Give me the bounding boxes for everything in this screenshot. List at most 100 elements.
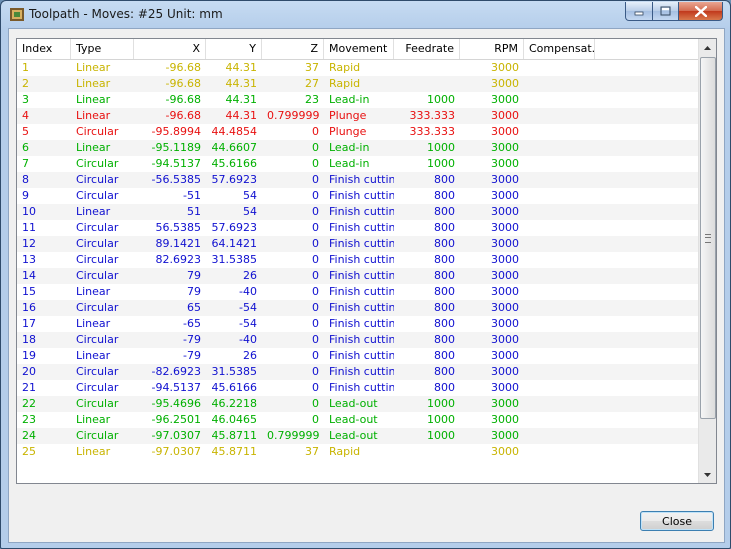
cell-z: 0	[312, 125, 319, 138]
cell-x: -95.4696	[151, 397, 201, 410]
table-row[interactable]: 11 Circular 56.5385 57.6923 0 Finish cutting 8…	[17, 220, 699, 236]
cell-feedrate	[394, 76, 460, 92]
cell-rpm: 3000	[491, 205, 519, 218]
cell-y: 44.31	[225, 61, 258, 74]
table-row[interactable]: 21 Circular -94.5137 45.6166 0 Finish cutting…	[17, 380, 699, 396]
arrow-up-icon	[704, 45, 711, 50]
cell-y: 44.31	[225, 93, 258, 106]
cell-z: 23	[305, 93, 319, 106]
table-row[interactable]: 14 Circular 79 26 0 Finish cutting 800 3000	[17, 268, 699, 284]
header-z[interactable]: Z	[262, 39, 324, 59]
header-compensation[interactable]: Compensat...	[524, 39, 595, 59]
cell-x: -79	[183, 349, 201, 362]
header-type[interactable]: Type	[71, 39, 134, 59]
cell-compensation	[524, 252, 595, 268]
cell-y: 57.6923	[211, 173, 258, 186]
header-x[interactable]: X	[134, 39, 206, 59]
table-row[interactable]: 7 Circular -94.5137 45.6166 0 Lead-in 1000 3000	[17, 156, 699, 172]
cell-z: 0	[312, 285, 319, 298]
cell-z: 37	[305, 61, 319, 74]
table-row[interactable]: 17 Linear -65 -54 0 Finish cutting 800 3000	[17, 316, 699, 332]
cell-type: Circular	[76, 189, 119, 202]
table-row[interactable]: 8 Circular -56.5385 57.6923 0 Finish cutting 8…	[17, 172, 699, 188]
cell-movement: Finish cutting	[329, 285, 394, 298]
header-rpm[interactable]: RPM	[460, 39, 524, 59]
cell-y: 44.4854	[211, 125, 258, 138]
cell-x: -94.5137	[151, 157, 201, 170]
table-row[interactable]: 20 Circular -82.6923 31.5385 0 Finish cutting…	[17, 364, 699, 380]
table-row[interactable]: 24 Circular -97.0307 45.8711 0.799999 Lead-ou…	[17, 428, 699, 444]
header-y[interactable]: Y	[206, 39, 262, 59]
minimize-button[interactable]	[625, 2, 653, 21]
cell-x: -65	[183, 317, 201, 330]
scroll-down-button[interactable]	[699, 466, 716, 483]
cell-y: -54	[239, 317, 257, 330]
cell-rpm: 3000	[491, 429, 519, 442]
cell-feedrate	[394, 60, 460, 76]
cell-feedrate: 1000	[427, 429, 455, 442]
cell-feedrate: 800	[434, 173, 455, 186]
cell-x: -97.0307	[151, 429, 201, 442]
cell-rpm: 3000	[491, 173, 519, 186]
table-row[interactable]: 5 Circular -95.8994 44.4854 0 Plunge 333.333 30…	[17, 124, 699, 140]
cell-rpm: 3000	[491, 189, 519, 202]
table-row[interactable]: 6 Linear -95.1189 44.6607 0 Lead-in 1000 3000	[17, 140, 699, 156]
close-button[interactable]: Close	[640, 511, 714, 531]
table-row[interactable]: 22 Circular -95.4696 46.2218 0 Lead-out 1000 30…	[17, 396, 699, 412]
toolpath-table[interactable]: Index Type X Y Z Movement Feedrate RPM C…	[16, 38, 717, 484]
table-row[interactable]: 12 Circular 89.1421 64.1421 0 Finish cutting 8…	[17, 236, 699, 252]
table-row[interactable]: 3 Linear -96.68 44.31 23 Lead-in 1000 3000	[17, 92, 699, 108]
cell-index: 10	[22, 205, 36, 218]
cell-compensation	[524, 332, 595, 348]
dialog-client-area: Index Type X Y Z Movement Feedrate RPM C…	[8, 28, 725, 543]
close-window-button[interactable]	[679, 2, 723, 21]
cell-z: 0.799999	[267, 109, 320, 122]
title-bar[interactable]: Toolpath - Moves: #25 Unit: mm	[1, 1, 730, 27]
cell-index: 23	[22, 413, 36, 426]
header-index[interactable]: Index	[17, 39, 71, 59]
header-movement[interactable]: Movement	[324, 39, 394, 59]
cell-rpm: 3000	[491, 333, 519, 346]
table-row[interactable]: 25 Linear -97.0307 45.8711 37 Rapid 3000	[17, 444, 699, 460]
scroll-thumb[interactable]	[700, 57, 716, 419]
table-row[interactable]: 15 Linear 79 -40 0 Finish cutting 800 3000	[17, 284, 699, 300]
table-row[interactable]: 23 Linear -96.2501 46.0465 0 Lead-out 1000 3000	[17, 412, 699, 428]
scroll-up-button[interactable]	[699, 39, 716, 56]
table-row[interactable]: 13 Circular 82.6923 31.5385 0 Finish cutting 8…	[17, 252, 699, 268]
table-row[interactable]: 18 Circular -79 -40 0 Finish cutting 800 3000	[17, 332, 699, 348]
cell-rpm: 3000	[491, 269, 519, 282]
cell-rpm: 3000	[491, 397, 519, 410]
cell-x: 65	[187, 301, 201, 314]
cell-feedrate: 1000	[427, 413, 455, 426]
cell-x: -96.68	[165, 109, 201, 122]
cell-x: -95.1189	[151, 141, 201, 154]
table-row[interactable]: 10 Linear 51 54 0 Finish cutting 800 3000	[17, 204, 699, 220]
cell-rpm: 3000	[491, 141, 519, 154]
toolpath-window: Toolpath - Moves: #25 Unit: mm Index Typ…	[0, 0, 731, 549]
maximize-button[interactable]	[653, 2, 679, 21]
cell-feedrate	[394, 444, 460, 460]
table-row[interactable]: 2 Linear -96.68 44.31 27 Rapid 3000	[17, 76, 699, 92]
table-row[interactable]: 4 Linear -96.68 44.31 0.799999 Plunge 333.333 3…	[17, 108, 699, 124]
cell-feedrate: 333.333	[409, 109, 456, 122]
cell-index: 18	[22, 333, 36, 346]
cell-movement: Rapid	[329, 77, 361, 90]
cell-type: Circular	[76, 125, 119, 138]
table-row[interactable]: 9 Circular -51 54 0 Finish cutting 800 3000	[17, 188, 699, 204]
cell-compensation	[524, 300, 595, 316]
cell-type: Linear	[76, 205, 111, 218]
header-feedrate[interactable]: Feedrate	[394, 39, 460, 59]
cell-z: 0	[312, 365, 319, 378]
cell-type: Linear	[76, 317, 111, 330]
cell-z: 0	[312, 333, 319, 346]
table-row[interactable]: 16 Circular 65 -54 0 Finish cutting 800 3000	[17, 300, 699, 316]
cell-feedrate: 800	[434, 333, 455, 346]
cell-y: 45.6166	[211, 157, 258, 170]
table-row[interactable]: 1 Linear -96.68 44.31 37 Rapid 3000	[17, 60, 699, 76]
vertical-scrollbar[interactable]	[698, 39, 716, 483]
table-row[interactable]: 19 Linear -79 26 0 Finish cutting 800 3000	[17, 348, 699, 364]
cell-compensation	[524, 236, 595, 252]
cell-movement: Plunge	[329, 125, 367, 138]
cell-movement: Finish cutting	[329, 301, 394, 314]
cell-compensation	[524, 348, 595, 364]
